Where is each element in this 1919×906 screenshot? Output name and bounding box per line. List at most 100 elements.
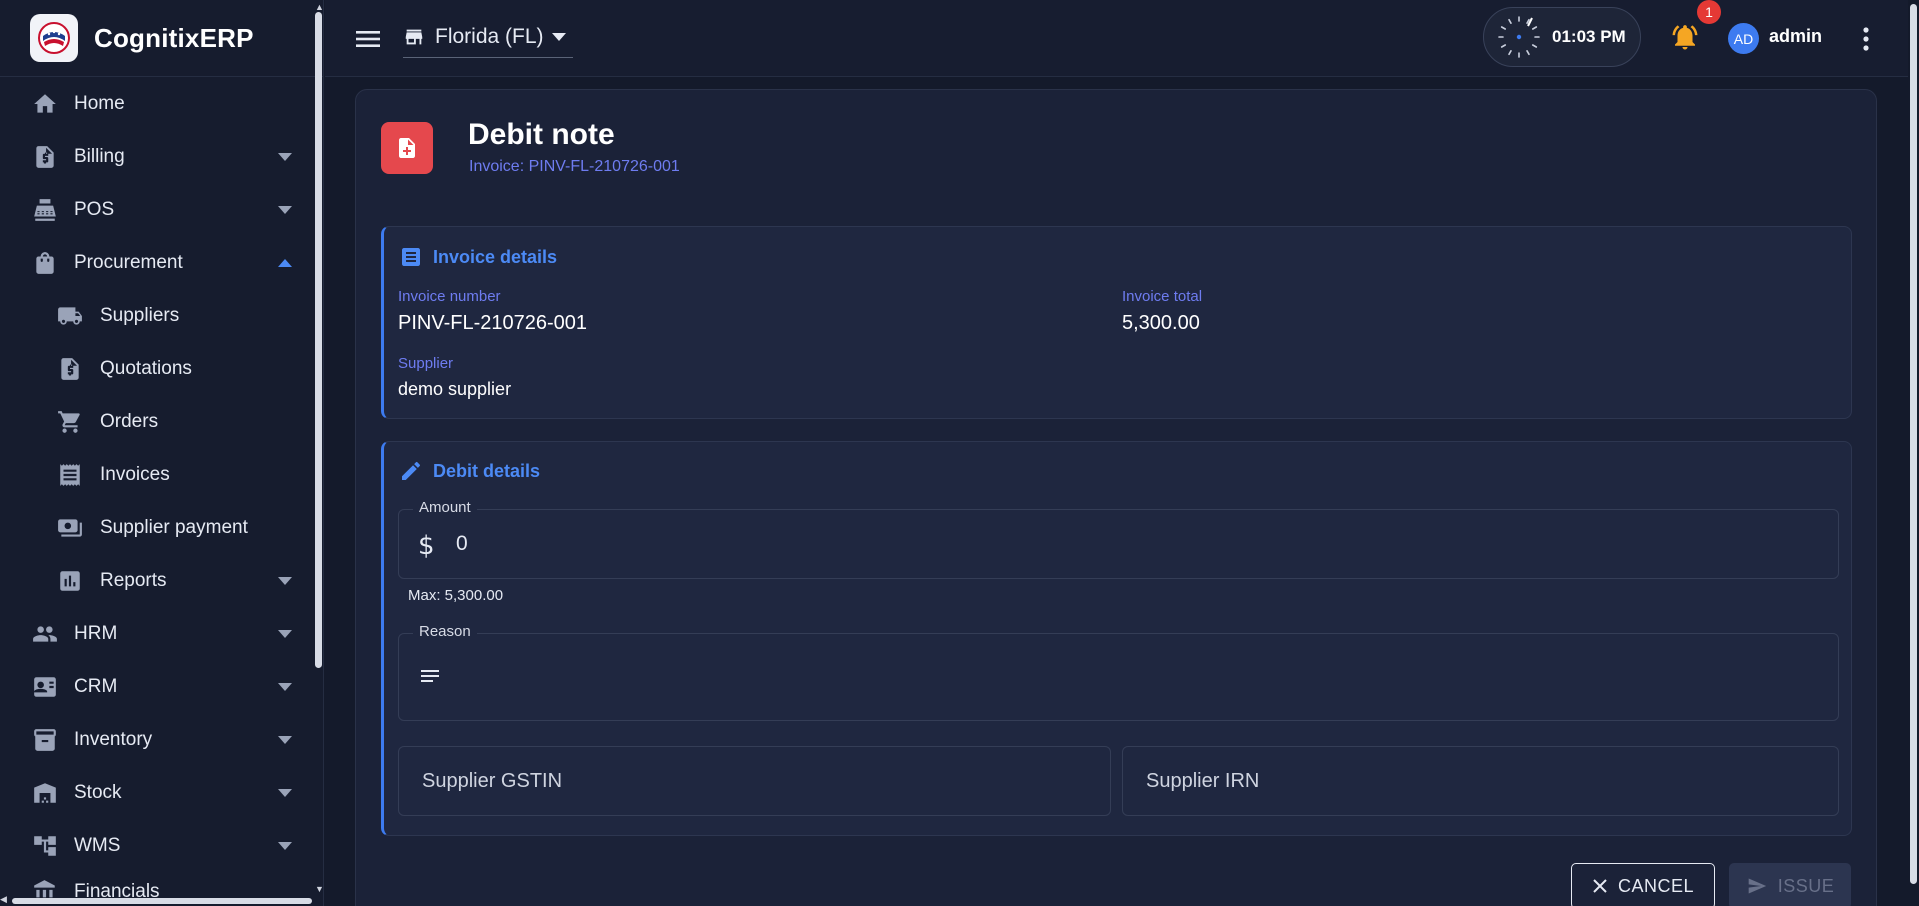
notification-bell-icon[interactable] <box>1670 22 1700 52</box>
scrollbar-thumb[interactable] <box>1910 4 1917 884</box>
sidebar-item-label: Orders <box>100 410 159 432</box>
sidebar-item-inventory[interactable]: Inventory <box>0 713 323 766</box>
people-icon <box>30 619 60 649</box>
invoice-total-label: Invoice total <box>1122 288 1203 305</box>
receipt-icon <box>55 460 85 490</box>
issue-button[interactable]: ISSUE <box>1729 863 1851 906</box>
sidebar-item-quotations[interactable]: Quotations <box>0 342 323 395</box>
invoice-number-value: PINV-FL-210726-001 <box>398 312 588 334</box>
main-scrollbar[interactable] <box>1908 0 1919 906</box>
sidebar-item-supplier-payment[interactable]: Supplier payment <box>0 501 323 554</box>
menu-icon[interactable] <box>353 24 383 54</box>
amount-input[interactable]: 0 <box>456 532 468 556</box>
invoice-details-heading: Invoice details <box>433 246 558 267</box>
pos-icon <box>30 195 60 225</box>
cancel-button[interactable]: CANCEL <box>1571 863 1715 906</box>
notification-badge: 1 <box>1697 0 1721 24</box>
sidebar-item-label: Reports <box>100 569 167 591</box>
truck-icon <box>55 301 85 331</box>
sidebar-item-invoices[interactable]: Invoices <box>0 448 323 501</box>
home-icon <box>30 89 60 119</box>
hierarchy-icon <box>30 831 60 861</box>
supplier-gstin-field[interactable]: Supplier GSTIN <box>398 746 1111 816</box>
store-selector-label: Florida (FL) <box>435 24 544 48</box>
sidebar-horizontal-scrollbar[interactable]: ◀ <box>0 894 313 906</box>
supplier-irn-field[interactable]: Supplier IRN <box>1122 746 1839 816</box>
scroll-up-arrow-icon[interactable]: ▲ <box>315 2 323 12</box>
sidebar-item-label: Procurement <box>74 251 183 273</box>
invoice-total-value: 5,300.00 <box>1122 312 1200 334</box>
sidebar-item-label: WMS <box>74 834 121 856</box>
scrollbar-thumb[interactable] <box>12 898 312 904</box>
cart-icon <box>55 407 85 437</box>
supplier-label: Supplier <box>398 355 454 372</box>
sidebar-item-label: Stock <box>74 781 122 803</box>
sidebar-item-hrm[interactable]: HRM <box>0 607 323 660</box>
scroll-left-arrow-icon[interactable]: ◀ <box>0 894 7 905</box>
sidebar-item-label: Suppliers <box>100 304 180 326</box>
debit-note-card: Debit note Invoice: PINV-FL-210726-001 I… <box>355 89 1877 906</box>
reports-icon <box>55 566 85 596</box>
notes-icon <box>418 665 442 689</box>
dollar-icon: $ <box>418 532 434 558</box>
payment-icon <box>55 513 85 543</box>
cancel-button-label: CANCEL <box>1617 875 1695 896</box>
sidebar-item-label: Supplier payment <box>100 516 248 538</box>
sidebar-item-procurement[interactable]: Procurement <box>0 236 323 289</box>
quotation-icon <box>55 354 85 384</box>
reason-field[interactable]: Reason <box>398 623 1839 721</box>
sidebar-item-orders[interactable]: Orders <box>0 395 323 448</box>
sidebar: CognitixERP Home Billing POS Procurement… <box>0 0 324 906</box>
sidebar-item-label: Quotations <box>100 357 192 379</box>
caret-up-icon <box>278 258 292 267</box>
sidebar-item-label: HRM <box>74 622 118 644</box>
billing-icon <box>30 142 60 172</box>
sidebar-item-pos[interactable]: POS <box>0 183 323 236</box>
debit-note-icon <box>381 122 433 174</box>
svg-text:$: $ <box>418 532 434 558</box>
scrollbar-thumb[interactable] <box>315 12 322 668</box>
sidebar-item-label: Invoices <box>100 463 170 485</box>
invoice-number-label: Invoice number <box>398 288 501 305</box>
warehouse-icon <box>30 778 60 808</box>
store-icon <box>403 26 425 48</box>
receipt-icon <box>399 245 423 269</box>
sidebar-item-crm[interactable]: CRM <box>0 660 323 713</box>
caret-down-icon <box>278 682 292 691</box>
pencil-icon <box>399 459 423 483</box>
brand[interactable]: CognitixERP <box>0 0 323 77</box>
top-bar: Florida (FL) 01:03 PM 1 AD admin <box>325 0 1908 77</box>
supplier-value: demo supplier <box>398 379 512 399</box>
debit-details-section: Debit details Amount $ 0 Max: 5,300.00 R… <box>381 441 1852 836</box>
sidebar-item-reports[interactable]: Reports <box>0 554 323 607</box>
page-subtitle: Invoice: PINV-FL-210726-001 <box>469 158 680 175</box>
app-logo <box>30 14 78 62</box>
caret-down-icon <box>278 788 292 797</box>
caret-down-icon <box>278 735 292 744</box>
store-selector[interactable]: Florida (FL) <box>403 18 573 58</box>
send-icon <box>1746 876 1768 896</box>
more-vert-icon[interactable] <box>1855 24 1877 54</box>
sidebar-item-stock[interactable]: Stock <box>0 766 323 819</box>
supplier-irn-placeholder: Supplier IRN <box>1146 770 1260 792</box>
amount-field[interactable]: Amount $ 0 <box>398 499 1839 579</box>
sidebar-item-label: Home <box>74 92 125 114</box>
close-icon <box>1592 878 1608 894</box>
caret-down-icon <box>278 841 292 850</box>
sidebar-item-billing[interactable]: Billing <box>0 130 323 183</box>
sidebar-scrollbar[interactable]: ▲ ▼ <box>313 0 323 906</box>
caret-down-icon <box>278 152 292 161</box>
clock-face-icon <box>1496 14 1542 60</box>
sidebar-item-label: CRM <box>74 675 118 697</box>
clock-widget: 01:03 PM <box>1483 7 1641 67</box>
username[interactable]: admin <box>1769 26 1822 47</box>
avatar[interactable]: AD <box>1728 23 1759 54</box>
page-title: Debit note <box>468 118 615 151</box>
caret-down-icon <box>278 205 292 214</box>
sidebar-item-wms[interactable]: WMS <box>0 819 323 872</box>
archive-icon <box>30 725 60 755</box>
sidebar-item-suppliers[interactable]: Suppliers <box>0 289 323 342</box>
sidebar-item-home[interactable]: Home <box>0 77 323 130</box>
scroll-down-arrow-icon[interactable]: ▼ <box>315 884 323 894</box>
invoice-details-header: Invoice details <box>399 245 557 269</box>
